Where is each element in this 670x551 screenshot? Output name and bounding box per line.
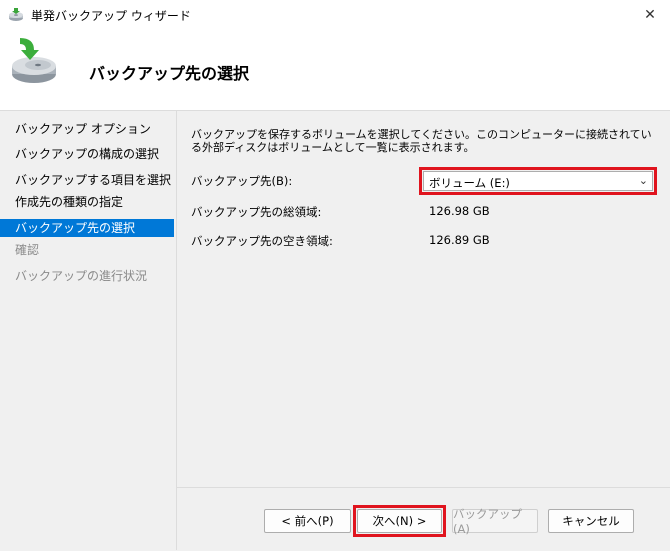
destination-description: バックアップを保存するボリュームを選択してください。このコンピューターに接続され…: [191, 128, 652, 154]
step-backup-configuration: バックアップの構成の選択: [15, 147, 160, 161]
total-space-label: バックアップ先の総領域:: [191, 205, 322, 219]
main-content: バックアップを保存するボリュームを選択してください。このコンピューターに接続され…: [177, 111, 670, 486]
close-icon: ✕: [644, 7, 656, 23]
free-space-label: バックアップ先の空き領域:: [191, 234, 333, 248]
destination-highlight: [419, 167, 657, 195]
step-destination-type: 作成先の種類の指定: [15, 195, 124, 209]
free-space-value: 126.89 GB: [429, 233, 490, 247]
wizard-steps-sidebar: バックアップ オプション バックアップの構成の選択 バックアップする項目を選択 …: [0, 111, 177, 550]
step-select-destination: バックアップ先の選択: [0, 219, 174, 237]
page-title: バックアップ先の選択: [89, 64, 250, 83]
cancel-button[interactable]: キャンセル: [548, 509, 634, 533]
step-backup-options: バックアップ オプション: [15, 122, 151, 136]
back-button[interactable]: < 前へ(P): [264, 509, 351, 533]
wizard-footer: < 前へ(P) 次へ(N) > バックアップ(A) キャンセル: [177, 487, 670, 551]
step-backup-progress: バックアップの進行状況: [15, 269, 148, 283]
close-button[interactable]: ✕: [630, 0, 670, 30]
title-bar: 単発バックアップ ウィザード ✕: [0, 0, 670, 30]
wizard-header: バックアップ先の選択: [0, 30, 670, 111]
window-title: 単発バックアップ ウィザード: [31, 9, 191, 23]
backup-button[interactable]: バックアップ(A): [452, 507, 538, 536]
backup-disk-icon: [12, 38, 56, 83]
next-button-highlight: [353, 505, 446, 537]
total-space-value: 126.98 GB: [429, 204, 490, 218]
step-select-items: バックアップする項目を選択: [15, 173, 172, 187]
destination-label: バックアップ先(B):: [191, 174, 293, 188]
step-confirmation: 確認: [15, 243, 40, 257]
backup-app-icon: [9, 8, 23, 21]
